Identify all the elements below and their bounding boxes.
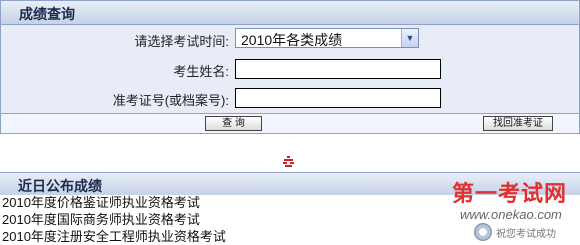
button-row: 查 询 找回准考证 — [1, 113, 579, 133]
recent-results-list: 2010年度价格鉴证师执业资格考试 2010年度国际商务师执业资格考试 2010… — [2, 194, 442, 245]
query-button[interactable]: 查 询 — [205, 116, 262, 131]
exam-time-selected-value: 2010年各类成绩 — [241, 32, 343, 48]
watermark-title: 第一考试网 — [452, 181, 568, 206]
exam-time-row: 请选择考试时间: 2010年各类成绩 ▼ — [1, 25, 579, 53]
name-input[interactable] — [235, 59, 441, 79]
list-item[interactable]: 2010年度价格鉴证师执业资格考试 — [2, 194, 442, 211]
score-query-header: 成绩查询 — [0, 0, 580, 25]
exam-time-label: 请选择考试时间: — [134, 34, 229, 49]
chevron-down-icon[interactable]: ▼ — [401, 29, 418, 47]
divider-ornament-icon — [283, 156, 294, 167]
watermark-logo-icon — [474, 223, 492, 241]
watermark-url: www.onekao.com — [460, 207, 562, 222]
score-query-form: 请选择考试时间: 2010年各类成绩 ▼ 考生姓名: 准考证号(或档案号): 查… — [0, 24, 580, 134]
recover-ticket-button[interactable]: 找回准考证 — [483, 116, 553, 131]
name-label: 考生姓名: — [173, 64, 229, 79]
watermark-slogan: 祝您考试成功 — [496, 229, 556, 240]
recent-results-title: 近日公布成绩 — [18, 178, 102, 194]
exam-time-select[interactable]: 2010年各类成绩 ▼ — [235, 28, 419, 48]
list-item[interactable]: 2010年度国际商务师执业资格考试 — [2, 211, 442, 228]
panel-title: 成绩查询 — [19, 6, 75, 22]
site-watermark: 第一考试网 www.onekao.com 祝您考试成功 — [448, 176, 578, 242]
ticket-label: 准考证号(或档案号): — [112, 93, 229, 108]
name-row: 考生姓名: — [1, 55, 579, 83]
ticket-row: 准考证号(或档案号): — [1, 84, 579, 112]
ticket-number-input[interactable] — [235, 88, 441, 108]
list-item[interactable]: 2010年度注册安全工程师执业资格考试 — [2, 228, 442, 245]
